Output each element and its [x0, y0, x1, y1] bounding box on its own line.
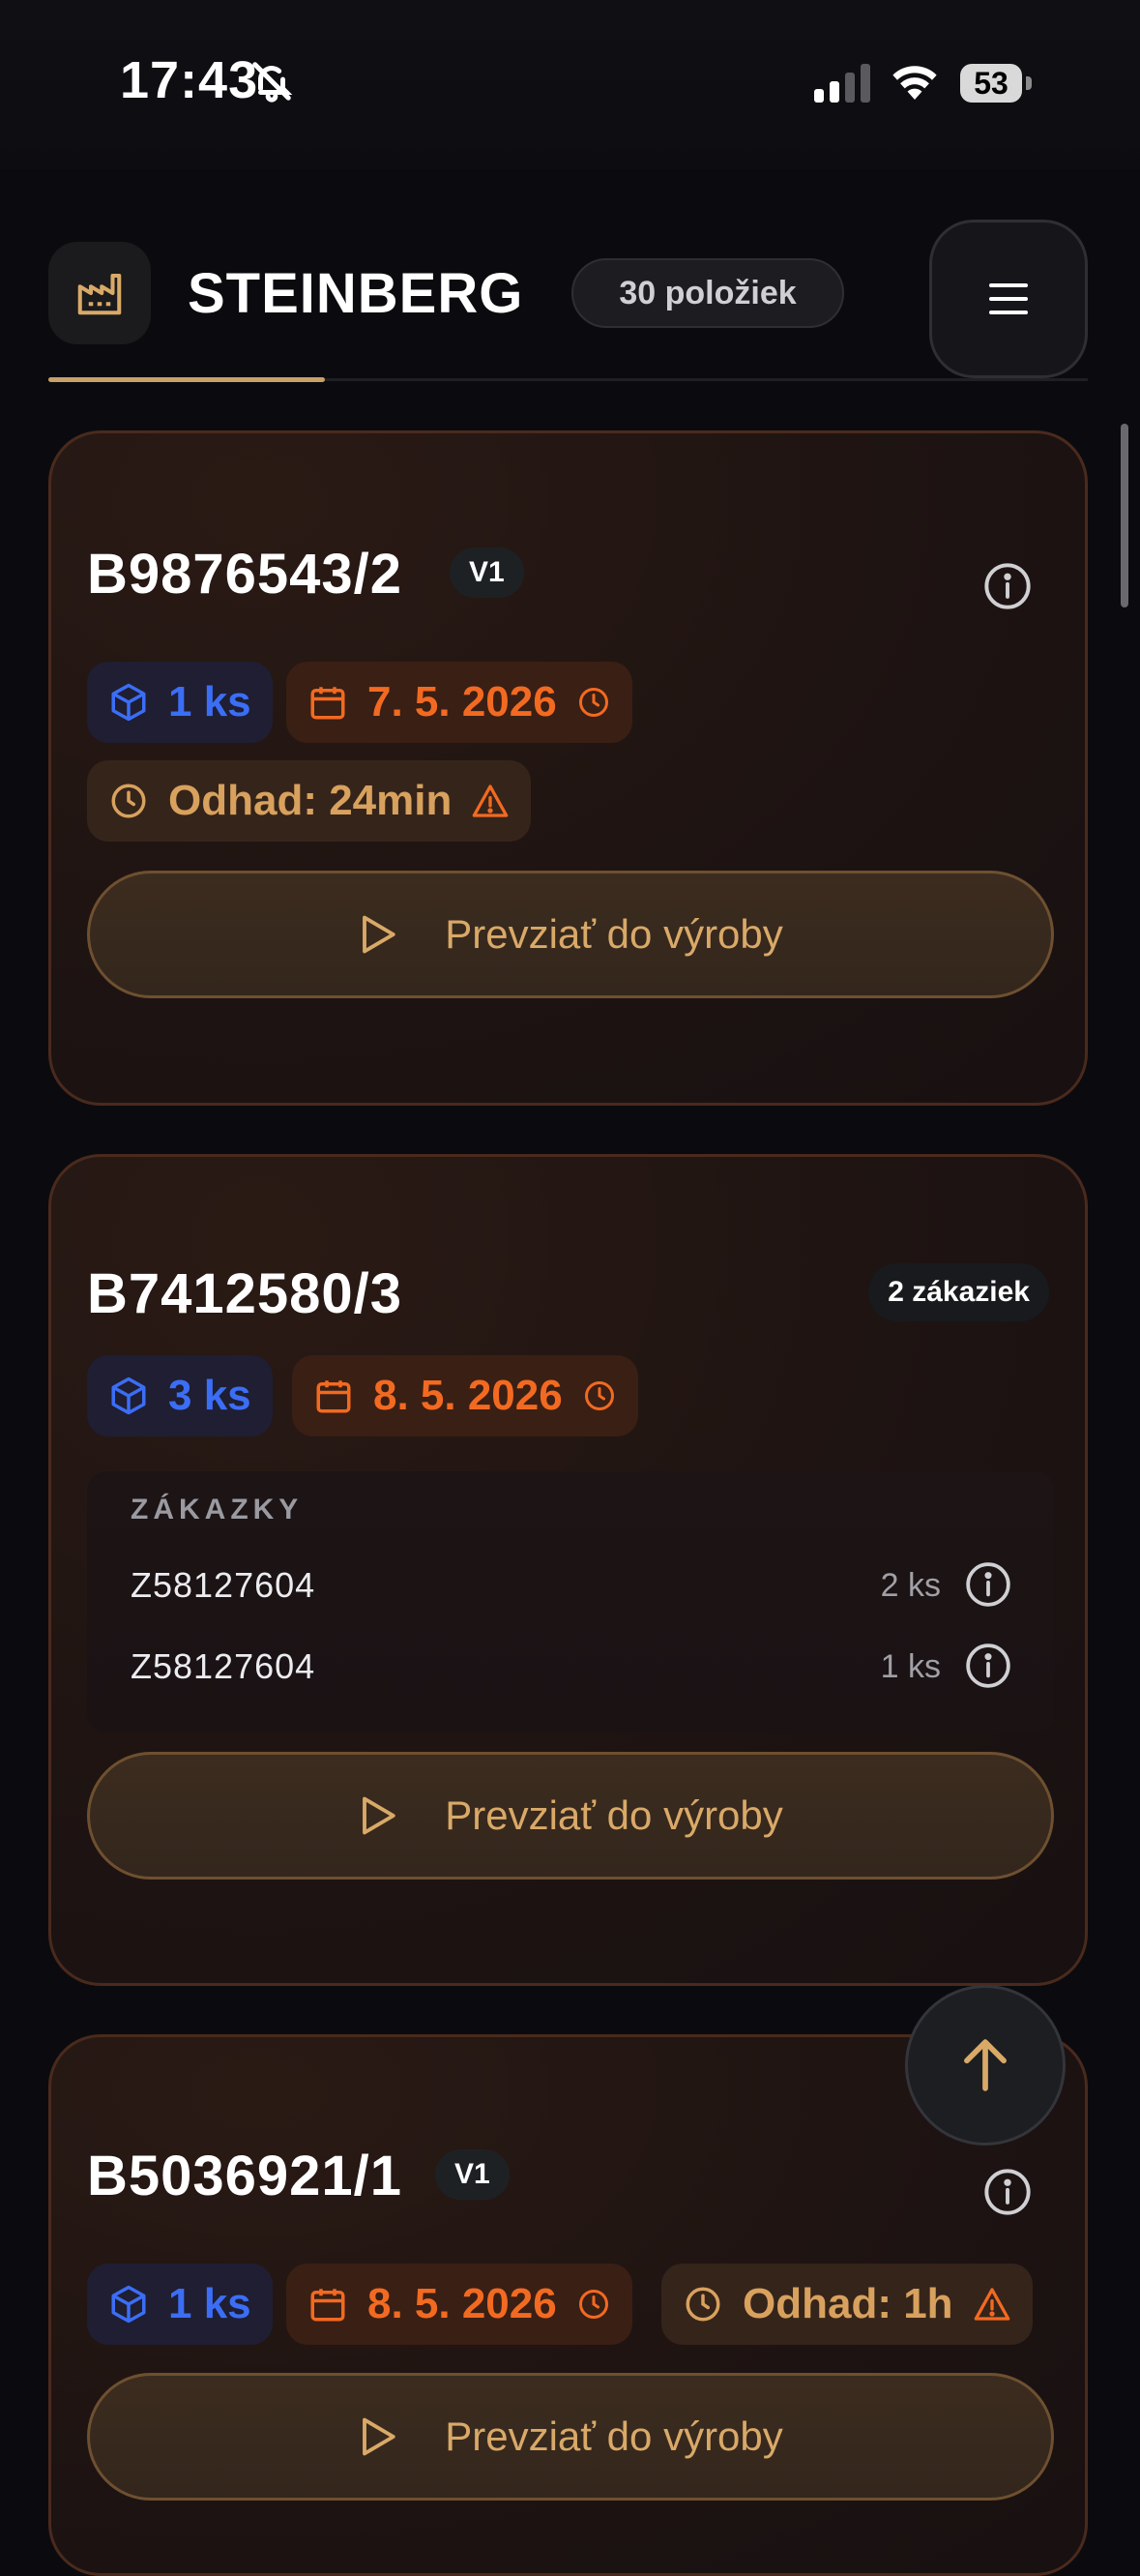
date-text: 8. 5. 2026 [373, 1372, 563, 1419]
date-badge: 8. 5. 2026 [286, 2264, 632, 2345]
order-qty: 1 ks [880, 1648, 941, 1685]
order-id: Z58127604 [131, 1646, 316, 1686]
estimate-text: Odhad: 1h [743, 2280, 953, 2327]
clock-icon [578, 2290, 608, 2319]
info-icon [984, 563, 1031, 609]
date-text: 7. 5. 2026 [367, 678, 557, 725]
estimate-badge: Odhad: 1h [661, 2264, 1033, 2345]
card-code: B9876543/2 [87, 543, 403, 606]
take-to-production-button[interactable]: Prevziať do výroby [87, 871, 1054, 998]
status-time: 17:43 [120, 51, 259, 109]
date-text: 8. 5. 2026 [367, 2280, 557, 2327]
factory-icon [77, 273, 122, 315]
quantity-text: 1 ks [168, 2280, 251, 2327]
estimate-badge: Odhad: 24min [87, 760, 532, 842]
clock-icon [578, 688, 608, 717]
warning-icon [473, 785, 509, 817]
scrollbar-thumb[interactable] [1121, 424, 1128, 607]
orders-count-badge: 2 zákaziek [868, 1263, 1049, 1321]
calendar-icon [316, 1380, 351, 1413]
production-card: B9876543/2 V1 1 ks 7. 5. 2026 Odhad: 24m… [48, 430, 1088, 1106]
header-divider-accent [48, 377, 325, 382]
play-icon [363, 1796, 395, 1835]
info-button[interactable] [982, 2167, 1033, 2217]
menu-button[interactable] [929, 220, 1088, 378]
date-badge: 8. 5. 2026 [292, 1355, 638, 1436]
estimate-text: Odhad: 24min [168, 777, 453, 824]
production-card: B7412580/3 2 zákaziek 3 ks 8. 5. 2026 ZÁ… [48, 1154, 1088, 1986]
box-icon [111, 2285, 146, 2324]
clock-icon [686, 2287, 720, 2322]
card-code: B5036921/1 [87, 2145, 403, 2207]
button-label: Prevziať do výroby [445, 2413, 783, 2459]
order-id: Z58127604 [131, 1565, 316, 1605]
order-qty: 2 ks [880, 1567, 941, 1604]
bell-muted-icon [249, 58, 294, 109]
quantity-badge: 3 ks [87, 1355, 273, 1436]
order-info-button[interactable] [964, 1560, 1014, 1611]
info-icon [966, 1562, 1010, 1607]
clock-icon [584, 1381, 614, 1410]
factory-logo [48, 242, 151, 344]
cell-signal-icon [814, 64, 872, 107]
battery-indicator: 53 [960, 64, 1022, 103]
button-label: Prevziať do výroby [445, 1792, 783, 1838]
battery-tip [1026, 76, 1032, 90]
brand-title: STEINBERG [188, 262, 524, 325]
info-icon [984, 2169, 1031, 2215]
hamburger-icon [989, 283, 1028, 314]
play-icon [363, 915, 395, 954]
arrow-up-icon [964, 2039, 1007, 2091]
quantity-badge: 1 ks [87, 662, 273, 743]
item-count-badge: 30 položiek [571, 258, 844, 328]
take-to-production-button[interactable]: Prevziať do výroby [87, 2373, 1054, 2501]
box-icon [111, 1377, 146, 1415]
order-info-button[interactable] [964, 1642, 1014, 1692]
quantity-text: 3 ks [168, 1372, 251, 1419]
scroll-to-top-button[interactable] [905, 1985, 1066, 2146]
version-badge: V1 [435, 2149, 510, 2200]
calendar-icon [310, 2289, 345, 2322]
status-bar: 17:43 53 [0, 0, 1140, 169]
version-badge: V1 [450, 548, 524, 598]
orders-heading: ZÁKAZKY [131, 1494, 304, 1525]
quantity-badge: 1 ks [87, 2264, 273, 2345]
calendar-icon [310, 687, 345, 720]
take-to-production-button[interactable]: Prevziať do výroby [87, 1752, 1054, 1880]
button-label: Prevziať do výroby [445, 911, 783, 957]
info-button[interactable] [982, 561, 1033, 611]
app-header: STEINBERG 30 položiek [0, 169, 1140, 392]
quantity-text: 1 ks [168, 678, 251, 725]
box-icon [111, 683, 146, 722]
date-badge: 7. 5. 2026 [286, 662, 632, 743]
wifi-icon [888, 58, 942, 105]
warning-icon [974, 2288, 1009, 2321]
play-icon [363, 2417, 395, 2456]
clock-icon [111, 784, 146, 818]
info-icon [966, 1643, 1010, 1688]
card-code: B7412580/3 [87, 1262, 403, 1325]
